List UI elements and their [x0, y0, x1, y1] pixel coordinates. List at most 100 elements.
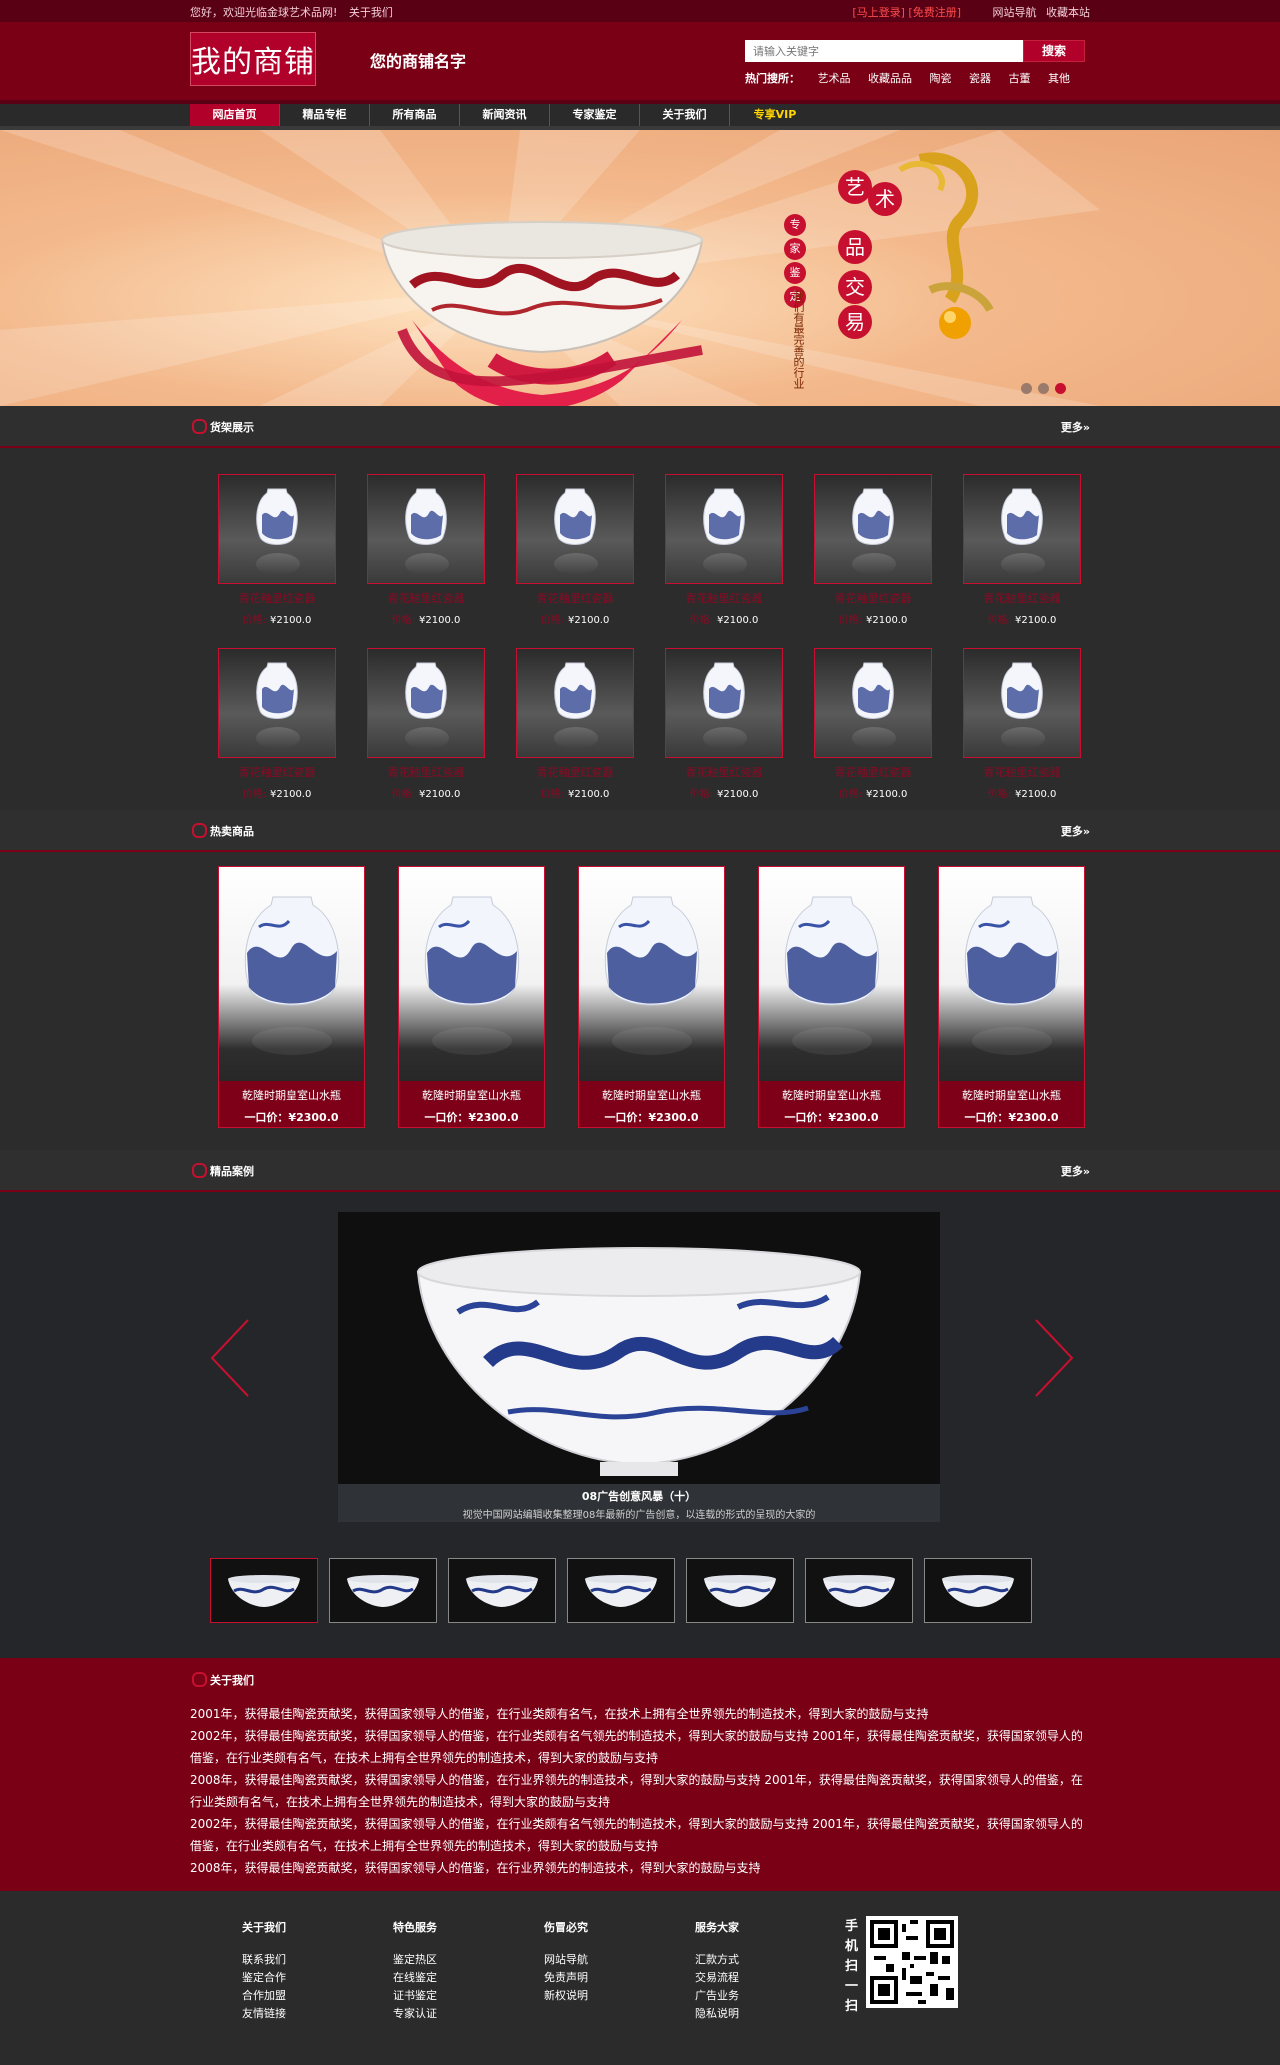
nav-all-products[interactable]: 所有商品 — [370, 104, 460, 126]
shelf-item-name[interactable]: 青花釉里红瓷器 — [367, 764, 485, 780]
footer-link[interactable]: 网站导航 — [544, 1951, 654, 1969]
banner-dot[interactable] — [1021, 383, 1032, 394]
shelf-item[interactable]: 青花釉里红瓷器 价格: ¥2100.0 — [367, 648, 485, 800]
shelf-item-image[interactable] — [367, 648, 485, 758]
hotsale-item-name[interactable]: 乾隆时期皇室山水瓶 — [579, 1081, 724, 1103]
top-about-link[interactable]: 关于我们 — [349, 6, 393, 19]
hotsale-item[interactable]: 乾隆时期皇室山水瓶 一口价：¥2300.0 — [218, 866, 365, 1128]
shelf-item[interactable]: 青花釉里红瓷器 价格: ¥2100.0 — [218, 648, 336, 800]
case-thumbnail[interactable] — [805, 1558, 913, 1623]
about-paragraph: 2008年，获得最佳陶瓷贡献奖，获得国家领导人的借鉴，在行业界领先的制造技术，得… — [190, 1861, 761, 1875]
hotsale-item[interactable]: 乾隆时期皇室山水瓶 一口价：¥2300.0 — [398, 866, 545, 1128]
shelf-item-name[interactable]: 青花釉里红瓷器 — [516, 764, 634, 780]
shelf-item-image[interactable] — [218, 648, 336, 758]
shelf-item[interactable]: 青花釉里红瓷器 价格: ¥2100.0 — [963, 648, 1081, 800]
shelf-item-image[interactable] — [516, 474, 634, 584]
case-main-image[interactable] — [338, 1212, 940, 1484]
nav-home[interactable]: 网店首页 — [190, 104, 280, 126]
shelf-item-name[interactable]: 青花釉里红瓷器 — [814, 764, 932, 780]
shelf-item-name[interactable]: 青花釉里红瓷器 — [218, 764, 336, 780]
hotsale-item-name[interactable]: 乾隆时期皇室山水瓶 — [759, 1081, 904, 1103]
shop-logo[interactable]: 我的商铺 — [190, 32, 316, 86]
shelf-item-image[interactable] — [814, 648, 932, 758]
case-thumbnail[interactable] — [924, 1558, 1032, 1623]
shelf-item-image[interactable] — [665, 648, 783, 758]
case-thumbnail[interactable] — [567, 1558, 675, 1623]
footer-link[interactable]: 鉴定热区 — [393, 1951, 503, 1969]
footer-link[interactable]: 鉴定合作 — [242, 1969, 352, 1987]
shelf-item-image[interactable] — [367, 474, 485, 584]
shelf-item[interactable]: 青花釉里红瓷器 价格: ¥2100.0 — [963, 474, 1081, 626]
shelf-item-image[interactable] — [814, 474, 932, 584]
hero-banner[interactable]: 专 家 鉴 定 我们有最完善的行业 艺 术 品 交 易 — [0, 130, 1280, 406]
shelf-item-name[interactable]: 青花釉里红瓷器 — [963, 590, 1081, 606]
login-register-link[interactable]: [马上登录] [免费注册] — [852, 6, 961, 19]
next-arrow-icon[interactable] — [1034, 1318, 1074, 1398]
footer-link[interactable]: 隐私说明 — [695, 2005, 805, 2023]
case-thumbnail[interactable] — [448, 1558, 556, 1623]
cases-more-link[interactable]: 更多» — [1061, 1163, 1090, 1179]
hot-search-item[interactable]: 瓷器 — [969, 72, 991, 85]
nav-about[interactable]: 关于我们 — [640, 104, 730, 126]
shelf-item-image[interactable] — [963, 474, 1081, 584]
shelf-item[interactable]: 青花釉里红瓷器 价格: ¥2100.0 — [218, 474, 336, 626]
shelf-item-image[interactable] — [963, 648, 1081, 758]
hotsale-item[interactable]: 乾隆时期皇室山水瓶 一口价：¥2300.0 — [578, 866, 725, 1128]
favorite-link[interactable]: 收藏本站 — [1046, 6, 1090, 19]
hot-search-item[interactable]: 陶瓷 — [930, 72, 952, 85]
footer-link[interactable]: 在线鉴定 — [393, 1969, 503, 1987]
footer-link[interactable]: 友情链接 — [242, 2005, 352, 2023]
case-thumbnail-active[interactable] — [210, 1558, 318, 1623]
shelf-item-name[interactable]: 青花釉里红瓷器 — [963, 764, 1081, 780]
shelf-item-image[interactable] — [665, 474, 783, 584]
footer-link[interactable]: 广告业务 — [695, 1987, 805, 2005]
shelf-item[interactable]: 青花釉里红瓷器 价格: ¥2100.0 — [516, 474, 634, 626]
hotsale-item[interactable]: 乾隆时期皇室山水瓶 一口价：¥2300.0 — [938, 866, 1085, 1128]
nav-boutique[interactable]: 精品专柜 — [280, 104, 370, 126]
hotsale-item-name[interactable]: 乾隆时期皇室山水瓶 — [219, 1081, 364, 1103]
shelf-item-name[interactable]: 青花釉里红瓷器 — [665, 764, 783, 780]
nav-news[interactable]: 新闻资讯 — [460, 104, 550, 126]
footer-link[interactable]: 专家认证 — [393, 2005, 503, 2023]
nav-appraisal[interactable]: 专家鉴定 — [550, 104, 640, 126]
shelf-item-name[interactable]: 青花釉里红瓷器 — [814, 590, 932, 606]
hotsale-item-name[interactable]: 乾隆时期皇室山水瓶 — [399, 1081, 544, 1103]
shelf-item-name[interactable]: 青花釉里红瓷器 — [665, 590, 783, 606]
shelf-item[interactable]: 青花釉里红瓷器 价格: ¥2100.0 — [367, 474, 485, 626]
footer-link[interactable]: 合作加盟 — [242, 1987, 352, 2005]
footer-link[interactable]: 联系我们 — [242, 1951, 352, 1969]
search-button[interactable]: 搜索 — [1023, 40, 1085, 62]
shelf-item[interactable]: 青花釉里红瓷器 价格: ¥2100.0 — [516, 648, 634, 800]
shelf-item[interactable]: 青花釉里红瓷器 价格: ¥2100.0 — [814, 648, 932, 800]
hotsale-more-link[interactable]: 更多» — [1061, 823, 1090, 839]
footer-link[interactable]: 交易流程 — [695, 1969, 805, 1987]
shelf-item[interactable]: 青花釉里红瓷器 价格: ¥2100.0 — [814, 474, 932, 626]
shelf-item-image[interactable] — [218, 474, 336, 584]
shelf-item-name[interactable]: 青花釉里红瓷器 — [516, 590, 634, 606]
footer-link[interactable]: 新权说明 — [544, 1987, 654, 2005]
shelf-item[interactable]: 青花釉里红瓷器 价格: ¥2100.0 — [665, 474, 783, 626]
footer-link[interactable]: 证书鉴定 — [393, 1987, 503, 2005]
shelf-item-name[interactable]: 青花釉里红瓷器 — [367, 590, 485, 606]
search-input[interactable] — [745, 40, 1023, 62]
qr-code-icon[interactable] — [866, 1916, 958, 2008]
hot-search-item[interactable]: 收藏品品 — [868, 72, 912, 85]
footer-link[interactable]: 汇款方式 — [695, 1951, 805, 1969]
hotsale-item-name[interactable]: 乾隆时期皇室山水瓶 — [939, 1081, 1084, 1103]
prev-arrow-icon[interactable] — [210, 1318, 250, 1398]
shelf-item[interactable]: 青花釉里红瓷器 价格: ¥2100.0 — [665, 648, 783, 800]
footer-link[interactable]: 免责声明 — [544, 1969, 654, 1987]
shelf-item-name[interactable]: 青花釉里红瓷器 — [218, 590, 336, 606]
shelf-more-link[interactable]: 更多» — [1061, 419, 1090, 435]
case-thumbnail[interactable] — [329, 1558, 437, 1623]
hotsale-item[interactable]: 乾隆时期皇室山水瓶 一口价：¥2300.0 — [758, 866, 905, 1128]
hot-search-item[interactable]: 其他 — [1048, 72, 1070, 85]
hot-search-item[interactable]: 艺术品 — [818, 72, 851, 85]
site-nav-link[interactable]: 网站导航 — [993, 6, 1037, 19]
hot-search-item[interactable]: 古董 — [1009, 72, 1031, 85]
banner-dot-active[interactable] — [1055, 383, 1066, 394]
case-thumbnail[interactable] — [686, 1558, 794, 1623]
banner-dot[interactable] — [1038, 383, 1049, 394]
shelf-item-image[interactable] — [516, 648, 634, 758]
nav-vip[interactable]: 专享VIP — [730, 104, 820, 126]
